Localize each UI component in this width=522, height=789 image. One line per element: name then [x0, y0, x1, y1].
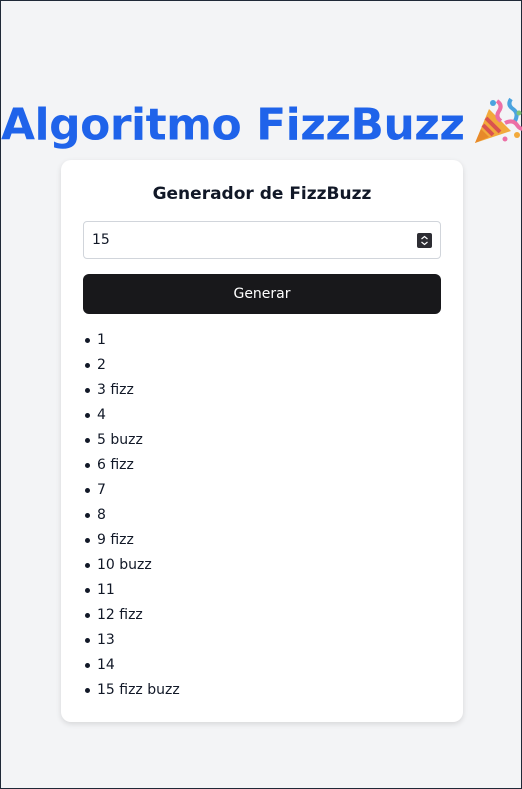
list-item: 14: [85, 656, 180, 681]
fizzbuzz-card: Generador de FizzBuzz Generar 1 2 3 fizz…: [61, 160, 463, 722]
page-title-text: Algoritmo FizzBuzz: [1, 99, 465, 151]
list-item: 13: [85, 631, 180, 656]
list-item: 4: [85, 406, 180, 431]
list-item: 7: [85, 481, 180, 506]
card-title: Generador de FizzBuzz: [152, 184, 372, 204]
list-item: 5 buzz: [85, 431, 180, 456]
party-popper-icon: [471, 95, 522, 160]
list-item: 8: [85, 506, 180, 531]
number-field: [83, 221, 441, 259]
list-item: 6 fizz: [85, 456, 180, 481]
result-list: 1 2 3 fizz 4 5 buzz 6 fizz 7 8 9 fizz 10…: [85, 331, 180, 706]
list-item: 3 fizz: [85, 381, 180, 406]
generate-button[interactable]: Generar: [83, 274, 441, 314]
list-item: 2: [85, 356, 180, 381]
list-item: 10 buzz: [85, 556, 180, 581]
spin-stepper-icon[interactable]: [417, 233, 432, 248]
number-input[interactable]: [84, 222, 414, 258]
page-title: Algoritmo FizzBuzz: [1, 95, 522, 160]
list-item: 11: [85, 581, 180, 606]
list-item: 15 fizz buzz: [85, 681, 180, 706]
list-item: 1: [85, 331, 180, 356]
list-item: 9 fizz: [85, 531, 180, 556]
list-item: 12 fizz: [85, 606, 180, 631]
